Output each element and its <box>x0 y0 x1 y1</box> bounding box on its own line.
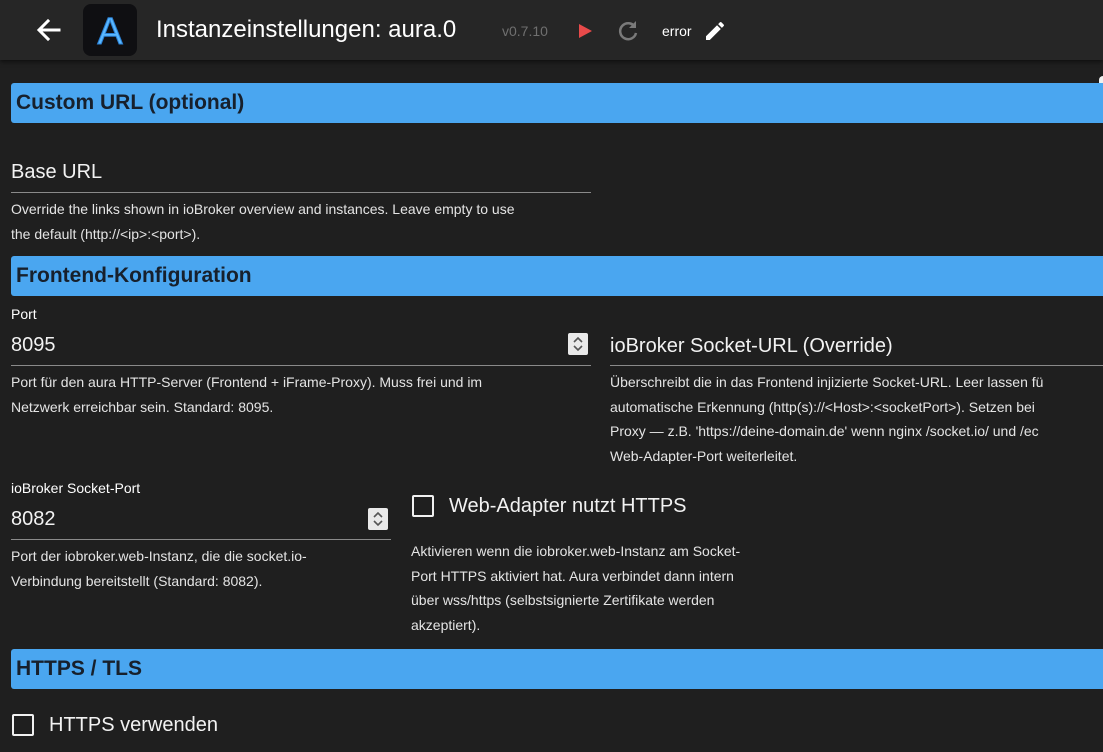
help-line: Überschreibt die in das Frontend injizie… <box>610 374 1044 390</box>
arrow-left-icon <box>36 18 61 42</box>
version-label: v0.7.10 <box>502 23 548 39</box>
back-button[interactable] <box>34 14 64 46</box>
logo-letter: A <box>97 11 123 52</box>
base-url-underline <box>11 192 591 193</box>
socket-port-help: Port der iobroker.web-Instanz, die die s… <box>11 544 391 593</box>
reload-icon <box>618 21 638 41</box>
stepper-arrows-icon <box>573 336 583 352</box>
base-url-input[interactable]: Base URL <box>11 161 102 184</box>
web-https-help: Aktivieren wenn die iobroker.web-Instanz… <box>411 539 811 638</box>
help-line: Port der iobroker.web-Instanz, die die s… <box>11 548 307 564</box>
port-underline <box>11 365 591 366</box>
use-https-checkbox[interactable] <box>12 714 34 736</box>
help-line: Web-Adapter-Port weiterleitet. <box>610 448 798 465</box>
help-line: über wss/https (selbstsignierte Zertifik… <box>411 592 715 609</box>
section-header-custom-url: Custom URL (optional) <box>11 83 1103 123</box>
logo-icon: A <box>97 11 124 53</box>
reload-button[interactable] <box>615 18 641 44</box>
pencil-icon <box>706 21 725 40</box>
port-input[interactable]: 8095 <box>11 334 56 357</box>
port-label: Port <box>11 306 37 322</box>
socket-port-label: ioBroker Socket-Port <box>11 480 141 496</box>
section-header-https: HTTPS / TLS <box>11 649 1103 689</box>
top-bar: A Instanzeinstellungen: aura.0 v0.7.10 e… <box>0 0 1103 60</box>
section-title: Custom URL (optional) <box>16 91 245 114</box>
help-line: the default (http://<ip>:<port>). <box>11 225 201 242</box>
help-line: Verbindung bereitstellt (Standard: 8082)… <box>11 572 263 589</box>
socket-port-underline <box>11 539 391 540</box>
edit-button[interactable] <box>703 19 727 43</box>
help-line: Override the links shown in ioBroker ove… <box>11 201 515 217</box>
section-title: HTTPS / TLS <box>16 657 142 680</box>
page-title: Instanzeinstellungen: aura.0 <box>156 16 457 43</box>
help-line: automatische Erkennung (http(s)://<Host>… <box>610 398 1035 415</box>
web-https-checkbox[interactable] <box>412 495 434 517</box>
help-line: Netzwerk erreichbar sein. Standard: 8095… <box>11 398 274 415</box>
use-https-label: HTTPS verwenden <box>49 714 218 736</box>
socket-port-stepper[interactable] <box>368 508 388 530</box>
section-header-frontend: Frontend-Konfiguration <box>11 256 1103 296</box>
base-url-help: Override the links shown in ioBroker ove… <box>11 197 611 246</box>
socket-url-help: Überschreibt die in das Frontend injizie… <box>610 370 1103 469</box>
port-stepper[interactable] <box>568 333 588 355</box>
play-icon <box>579 24 592 38</box>
help-line: Port für den aura HTTP-Server (Frontend … <box>11 374 483 390</box>
help-line: Proxy — z.B. 'https://deine-domain.de' w… <box>610 423 1039 440</box>
help-line: Aktivieren wenn die iobroker.web-Instanz… <box>411 543 741 559</box>
socket-port-input[interactable]: 8082 <box>11 508 56 531</box>
help-line: akzeptiert). <box>411 617 481 634</box>
port-help: Port für den aura HTTP-Server (Frontend … <box>11 370 591 419</box>
web-https-label: Web-Adapter nutzt HTTPS <box>449 495 687 517</box>
socket-url-underline <box>610 365 1103 366</box>
section-title: Frontend-Konfiguration <box>16 264 252 287</box>
app-logo: A <box>83 4 137 56</box>
socket-url-input[interactable]: ioBroker Socket-URL (Override) <box>610 335 893 358</box>
status-text: error <box>662 23 692 39</box>
help-line: Port HTTPS aktiviert hat. Aura verbindet… <box>411 567 734 584</box>
stepper-arrows-icon <box>373 511 383 527</box>
start-instance-button[interactable] <box>575 18 597 44</box>
